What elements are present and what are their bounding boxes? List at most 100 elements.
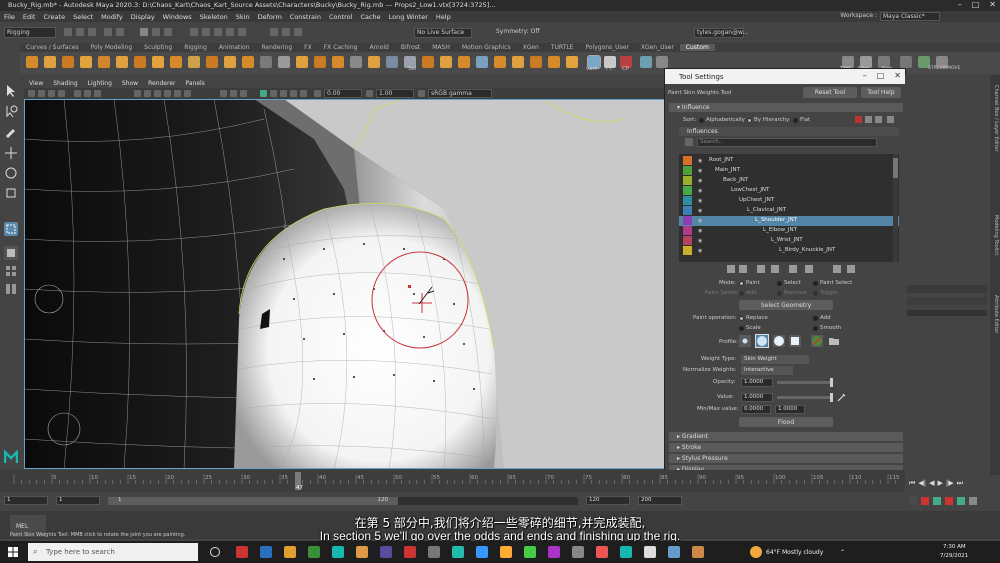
menu-control[interactable]: Control (329, 13, 353, 21)
snap-point-icon[interactable] (214, 28, 222, 36)
go-to-start-icon[interactable]: ⏮ (909, 479, 915, 488)
xray-icon[interactable] (220, 90, 227, 97)
profile-soft-icon[interactable] (755, 334, 769, 348)
profile-custom-icon[interactable] (811, 335, 823, 347)
play-back-icon[interactable]: ◀ (929, 479, 934, 488)
menu-skin[interactable]: Skin (236, 13, 250, 21)
taskbar-app-icon[interactable] (452, 546, 464, 558)
menu-file[interactable]: File (4, 13, 15, 21)
mode-paint-select-radio[interactable] (813, 281, 818, 286)
smooth-shade-icon[interactable] (144, 90, 151, 97)
joint-row-lowchest[interactable]: ◉ LowChest_JNT (679, 186, 899, 196)
play-forward-icon[interactable]: ▶ (937, 479, 942, 488)
shelf-tool-icon[interactable] (530, 56, 542, 68)
menu-cache[interactable]: Cache (360, 13, 380, 21)
shelf-tool-icon[interactable] (116, 56, 128, 68)
depth-of-field-icon[interactable] (300, 90, 307, 97)
select-geometry-button[interactable]: Select Geometry (739, 300, 833, 310)
menu-windows[interactable]: Windows (163, 13, 192, 21)
range-bar-handle[interactable]: 1 120 (108, 497, 398, 505)
shelf-tool-icon[interactable] (170, 56, 182, 68)
shelf-tab-curves[interactable]: Curves / Surfaces (20, 44, 85, 51)
eye-icon[interactable]: ◉ (698, 238, 702, 244)
paint-op-add-radio[interactable] (813, 316, 818, 321)
taskbar-app-icon[interactable] (236, 546, 248, 558)
shelf-tab-xgen-user[interactable]: XGen_User (635, 44, 680, 51)
menu-modify[interactable]: Modify (101, 13, 123, 21)
close-icon[interactable]: ✕ (989, 0, 996, 9)
opacity-slider-handle[interactable] (830, 378, 833, 387)
mirror-weight-icon[interactable] (833, 265, 841, 273)
select-hierarchy-icon[interactable] (140, 28, 148, 36)
eye-icon[interactable]: ◉ (698, 248, 702, 254)
value-slider-handle[interactable] (830, 393, 833, 402)
taskbar-app-icon[interactable] (572, 546, 584, 558)
shadows-icon[interactable] (184, 90, 191, 97)
select-tool-icon[interactable] (4, 84, 18, 98)
eye-icon[interactable]: ◉ (698, 168, 702, 174)
shelf-tab-bifrost[interactable]: Bifrost (395, 44, 426, 51)
taskbar-app-icon[interactable] (332, 546, 344, 558)
paint-op-replace-radio[interactable] (739, 316, 744, 321)
mode-paint-radio[interactable] (739, 281, 744, 286)
shelf-tool-icon[interactable] (44, 56, 56, 68)
weather-icon[interactable] (750, 546, 762, 558)
shelf-tool-icon[interactable] (386, 56, 398, 68)
profile-solid-icon[interactable] (773, 335, 785, 347)
shelf-tool-icon[interactable] (440, 56, 452, 68)
move-influence-icon[interactable] (757, 265, 765, 273)
lock-icon[interactable] (739, 265, 747, 273)
playback-end-field[interactable]: 120 (586, 496, 630, 505)
shelf-tool-icon[interactable] (296, 56, 308, 68)
shelf-tool-icon[interactable] (422, 56, 434, 68)
shelf-tool-icon[interactable] (512, 56, 524, 68)
scale-tool-icon[interactable] (4, 186, 18, 200)
gamma-field[interactable]: 1.00 (376, 89, 414, 98)
taskbar-app-icon[interactable] (404, 546, 416, 558)
max-value-input[interactable]: 1.0000 (775, 405, 805, 414)
anti-aliasing-icon[interactable] (290, 90, 297, 97)
copy-weight-icon[interactable] (789, 265, 797, 273)
shelf-tool-icon[interactable] (566, 56, 578, 68)
menu-help[interactable]: Help (436, 13, 451, 21)
reset-tool-button[interactable]: Reset Tool (803, 87, 857, 98)
film-gate-icon[interactable] (84, 90, 91, 97)
start-time-field[interactable]: 1 (4, 496, 48, 505)
bookmark-icon[interactable] (48, 90, 55, 97)
layer-row[interactable] (907, 297, 987, 305)
panel-menu-view[interactable]: View (29, 80, 43, 87)
joint-row-upchest[interactable]: ◉ UpChest_JNT (679, 196, 899, 206)
shelf-tool-icon[interactable] (548, 56, 560, 68)
shelf-tool-icon[interactable] (494, 56, 506, 68)
panel-menu-show[interactable]: Show (122, 80, 138, 87)
shelf-tool-icon[interactable] (98, 56, 110, 68)
maximize-icon[interactable]: □ (972, 0, 980, 9)
shelf-tab-sculpting[interactable]: Sculpting (138, 44, 178, 51)
save-scene-icon[interactable] (88, 28, 96, 36)
redo-icon[interactable] (116, 28, 124, 36)
panel-menu-panels[interactable]: Panels (185, 80, 204, 87)
shelf-tool-icon[interactable] (278, 56, 290, 68)
joint-row-back[interactable]: ◉ Back_JNT (679, 176, 899, 186)
taskbar-app-icon[interactable] (668, 546, 680, 558)
taskbar-app-icon[interactable] (284, 546, 296, 558)
folder-icon[interactable] (829, 336, 839, 345)
shelf-tool-icon[interactable] (260, 56, 272, 68)
wireframe-on-shaded-icon[interactable] (154, 90, 161, 97)
snap-grid-icon[interactable] (190, 28, 198, 36)
minimize-icon[interactable]: – (958, 0, 962, 9)
taskbar-app-icon[interactable] (644, 546, 656, 558)
textured-icon[interactable] (164, 90, 171, 97)
gradient-section-header[interactable]: ▸ Gradient (669, 432, 903, 441)
shelf-tool-icon[interactable] (368, 56, 380, 68)
menu-skeleton[interactable]: Skeleton (200, 13, 228, 21)
joint-row-root[interactable]: ◉ Root_JNT (679, 156, 899, 166)
sort-alphabetical-radio[interactable] (699, 118, 704, 123)
shelf-tab-poly-modeling[interactable]: Poly Modeling (85, 44, 139, 51)
wireframe-icon[interactable] (134, 90, 141, 97)
normalize-weights-dropdown[interactable]: Interactive (741, 366, 793, 375)
render-settings-icon[interactable] (294, 28, 302, 36)
shelf-tab-motion-graphics[interactable]: Motion Graphics (456, 44, 517, 51)
grid-icon[interactable] (74, 90, 81, 97)
shelf-tab-custom[interactable]: Custom (679, 44, 715, 51)
